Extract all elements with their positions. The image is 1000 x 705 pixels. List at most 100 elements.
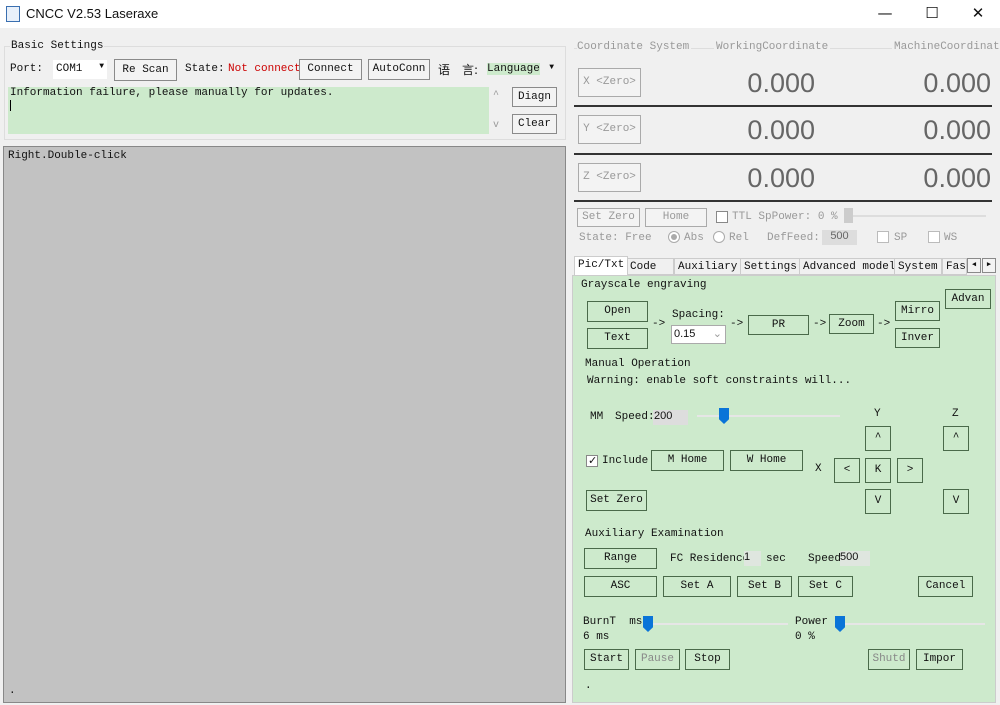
working-coord-label: WorkingCoordinate — [714, 41, 831, 53]
include-checkbox[interactable]: ✓ — [586, 454, 598, 467]
speed-label: Speed: — [615, 411, 655, 423]
minimize-button[interactable]: — — [870, 4, 900, 22]
autoconn-button[interactable]: AutoConn — [368, 59, 430, 80]
ws-checkbox[interactable] — [928, 231, 940, 243]
chevron-down-icon: ⌄ — [712, 328, 722, 340]
chevron-down-icon: ▼ — [99, 62, 104, 71]
tab-settings[interactable]: Settings — [740, 258, 801, 275]
connect-button[interactable]: Connect — [299, 59, 362, 80]
abs-radio[interactable] — [668, 231, 680, 243]
pr-button[interactable]: PR — [748, 315, 809, 335]
chevron-down-icon: ▼ — [549, 63, 554, 72]
set-zero-manual-button[interactable]: Set Zero — [586, 490, 647, 511]
burnt-slider-track[interactable] — [648, 623, 788, 625]
y-axis-label: Y — [874, 408, 881, 420]
state-label: State: — [185, 63, 225, 75]
y-down-button[interactable]: V — [865, 489, 891, 514]
z-zero-button[interactable]: Z <Zero> — [578, 163, 641, 192]
maximize-button[interactable]: ☐ — [917, 4, 947, 22]
x-left-button[interactable]: < — [834, 458, 860, 483]
aux-speed-input[interactable]: 500 — [840, 551, 870, 566]
warning-text: Warning: enable soft constraints will... — [587, 375, 852, 387]
tab-advanced-model[interactable]: Advanced model — [799, 258, 900, 275]
port-select[interactable]: COM1 ▼ — [53, 60, 107, 79]
x-right-button[interactable]: > — [897, 458, 923, 483]
tab-code[interactable]: Code — [626, 258, 674, 275]
fc-residence-input[interactable]: 1 — [744, 551, 761, 566]
abs-label: Abs — [684, 232, 704, 244]
invert-button[interactable]: Inver — [895, 328, 940, 348]
app-icon — [6, 6, 20, 22]
text-button[interactable]: Text — [587, 328, 648, 349]
tab-pic-txt[interactable]: Pic/Txt — [574, 256, 629, 275]
tab-auxiliary[interactable]: Auxiliary — [674, 258, 742, 275]
canvas-dot: . — [9, 685, 16, 697]
speed-input[interactable]: 200 — [653, 410, 688, 425]
spacing-select[interactable]: 0.15 ⌄ — [671, 325, 726, 344]
unit-label: MM — [590, 411, 604, 423]
sp-checkbox[interactable] — [877, 231, 889, 243]
pause-button[interactable]: Pause — [635, 649, 680, 670]
aux-speed-label: Speed — [808, 553, 842, 565]
stop-button[interactable]: Stop — [685, 649, 730, 670]
spacing-label: Spacing: — [672, 309, 725, 321]
zoom-button[interactable]: Zoom — [829, 314, 874, 334]
scroll-up-icon[interactable]: ^ — [493, 90, 499, 101]
set-c-button[interactable]: Set C — [798, 576, 853, 597]
sec-label: sec — [766, 553, 786, 565]
flow-arrow: -> — [813, 318, 827, 330]
fc-residence-label: FC Residence — [670, 553, 750, 565]
set-b-button[interactable]: Set B — [737, 576, 792, 597]
deffeed-input[interactable]: 500 — [822, 230, 857, 245]
tab-system[interactable]: System — [894, 258, 942, 275]
preview-canvas[interactable]: Right.Double-click . — [3, 146, 566, 703]
import-button[interactable]: Impor — [916, 649, 963, 670]
flow-arrow: -> — [877, 318, 891, 330]
language-select[interactable]: Language ▼ — [485, 60, 557, 79]
y-up-button[interactable]: ^ — [865, 426, 891, 451]
y-zero-button[interactable]: Y <Zero> — [578, 115, 641, 144]
spacing-value: 0.15 — [674, 328, 696, 340]
x-axis-label: X — [815, 463, 822, 475]
x-zero-button[interactable]: X <Zero> — [578, 68, 641, 97]
open-button[interactable]: Open — [587, 301, 648, 322]
clear-button[interactable]: Clear — [512, 114, 557, 134]
z-up-button[interactable]: ^ — [943, 426, 969, 451]
sppower-slider-thumb[interactable] — [844, 208, 853, 223]
cancel-button[interactable]: Cancel — [918, 576, 973, 597]
rel-radio[interactable] — [713, 231, 725, 243]
flow-arrow: -> — [652, 318, 666, 330]
diagn-button[interactable]: Diagn — [512, 87, 557, 107]
log-textarea[interactable]: Information failure, please manually for… — [8, 87, 489, 134]
m-home-button[interactable]: M Home — [651, 450, 724, 471]
close-button[interactable]: ✕ — [963, 4, 993, 22]
language-label-2: 言: — [462, 63, 479, 77]
ws-label: WS — [944, 232, 958, 244]
z-down-button[interactable]: V — [943, 489, 969, 514]
burnt-label: BurnT ms — [583, 616, 643, 628]
asc-button[interactable]: ASC — [584, 576, 657, 597]
rescan-button[interactable]: Re Scan — [114, 59, 177, 81]
y-machine: 0.000 — [923, 115, 991, 145]
w-home-button[interactable]: W Home — [730, 450, 803, 471]
coord-group-label: Coordinate System — [577, 41, 692, 53]
set-zero-button[interactable]: Set Zero — [577, 208, 640, 227]
scroll-down-icon[interactable]: v — [493, 120, 499, 131]
range-button[interactable]: Range — [584, 548, 657, 569]
power-slider-track[interactable] — [840, 623, 985, 625]
aux-exam-label: Auxiliary Examination — [585, 528, 724, 540]
tab-scroll-left-icon[interactable]: ◀ — [967, 258, 981, 273]
k-button[interactable]: K — [865, 458, 891, 483]
tab-scroll-right-icon[interactable]: ▶ — [982, 258, 996, 273]
shutdown-button[interactable]: Shutd — [868, 649, 910, 670]
speed-slider-track[interactable] — [697, 415, 840, 417]
ttl-checkbox[interactable] — [716, 211, 728, 223]
advanced-button[interactable]: Advan — [945, 289, 991, 309]
tab-fast[interactable]: Fas — [942, 258, 967, 275]
set-a-button[interactable]: Set A — [663, 576, 731, 597]
start-button[interactable]: Start — [584, 649, 629, 670]
home-button[interactable]: Home — [645, 208, 707, 227]
sppower-slider-track[interactable] — [848, 215, 986, 217]
mirror-button[interactable]: Mirro — [895, 301, 940, 321]
deffeed-label: DefFeed: — [767, 232, 820, 244]
